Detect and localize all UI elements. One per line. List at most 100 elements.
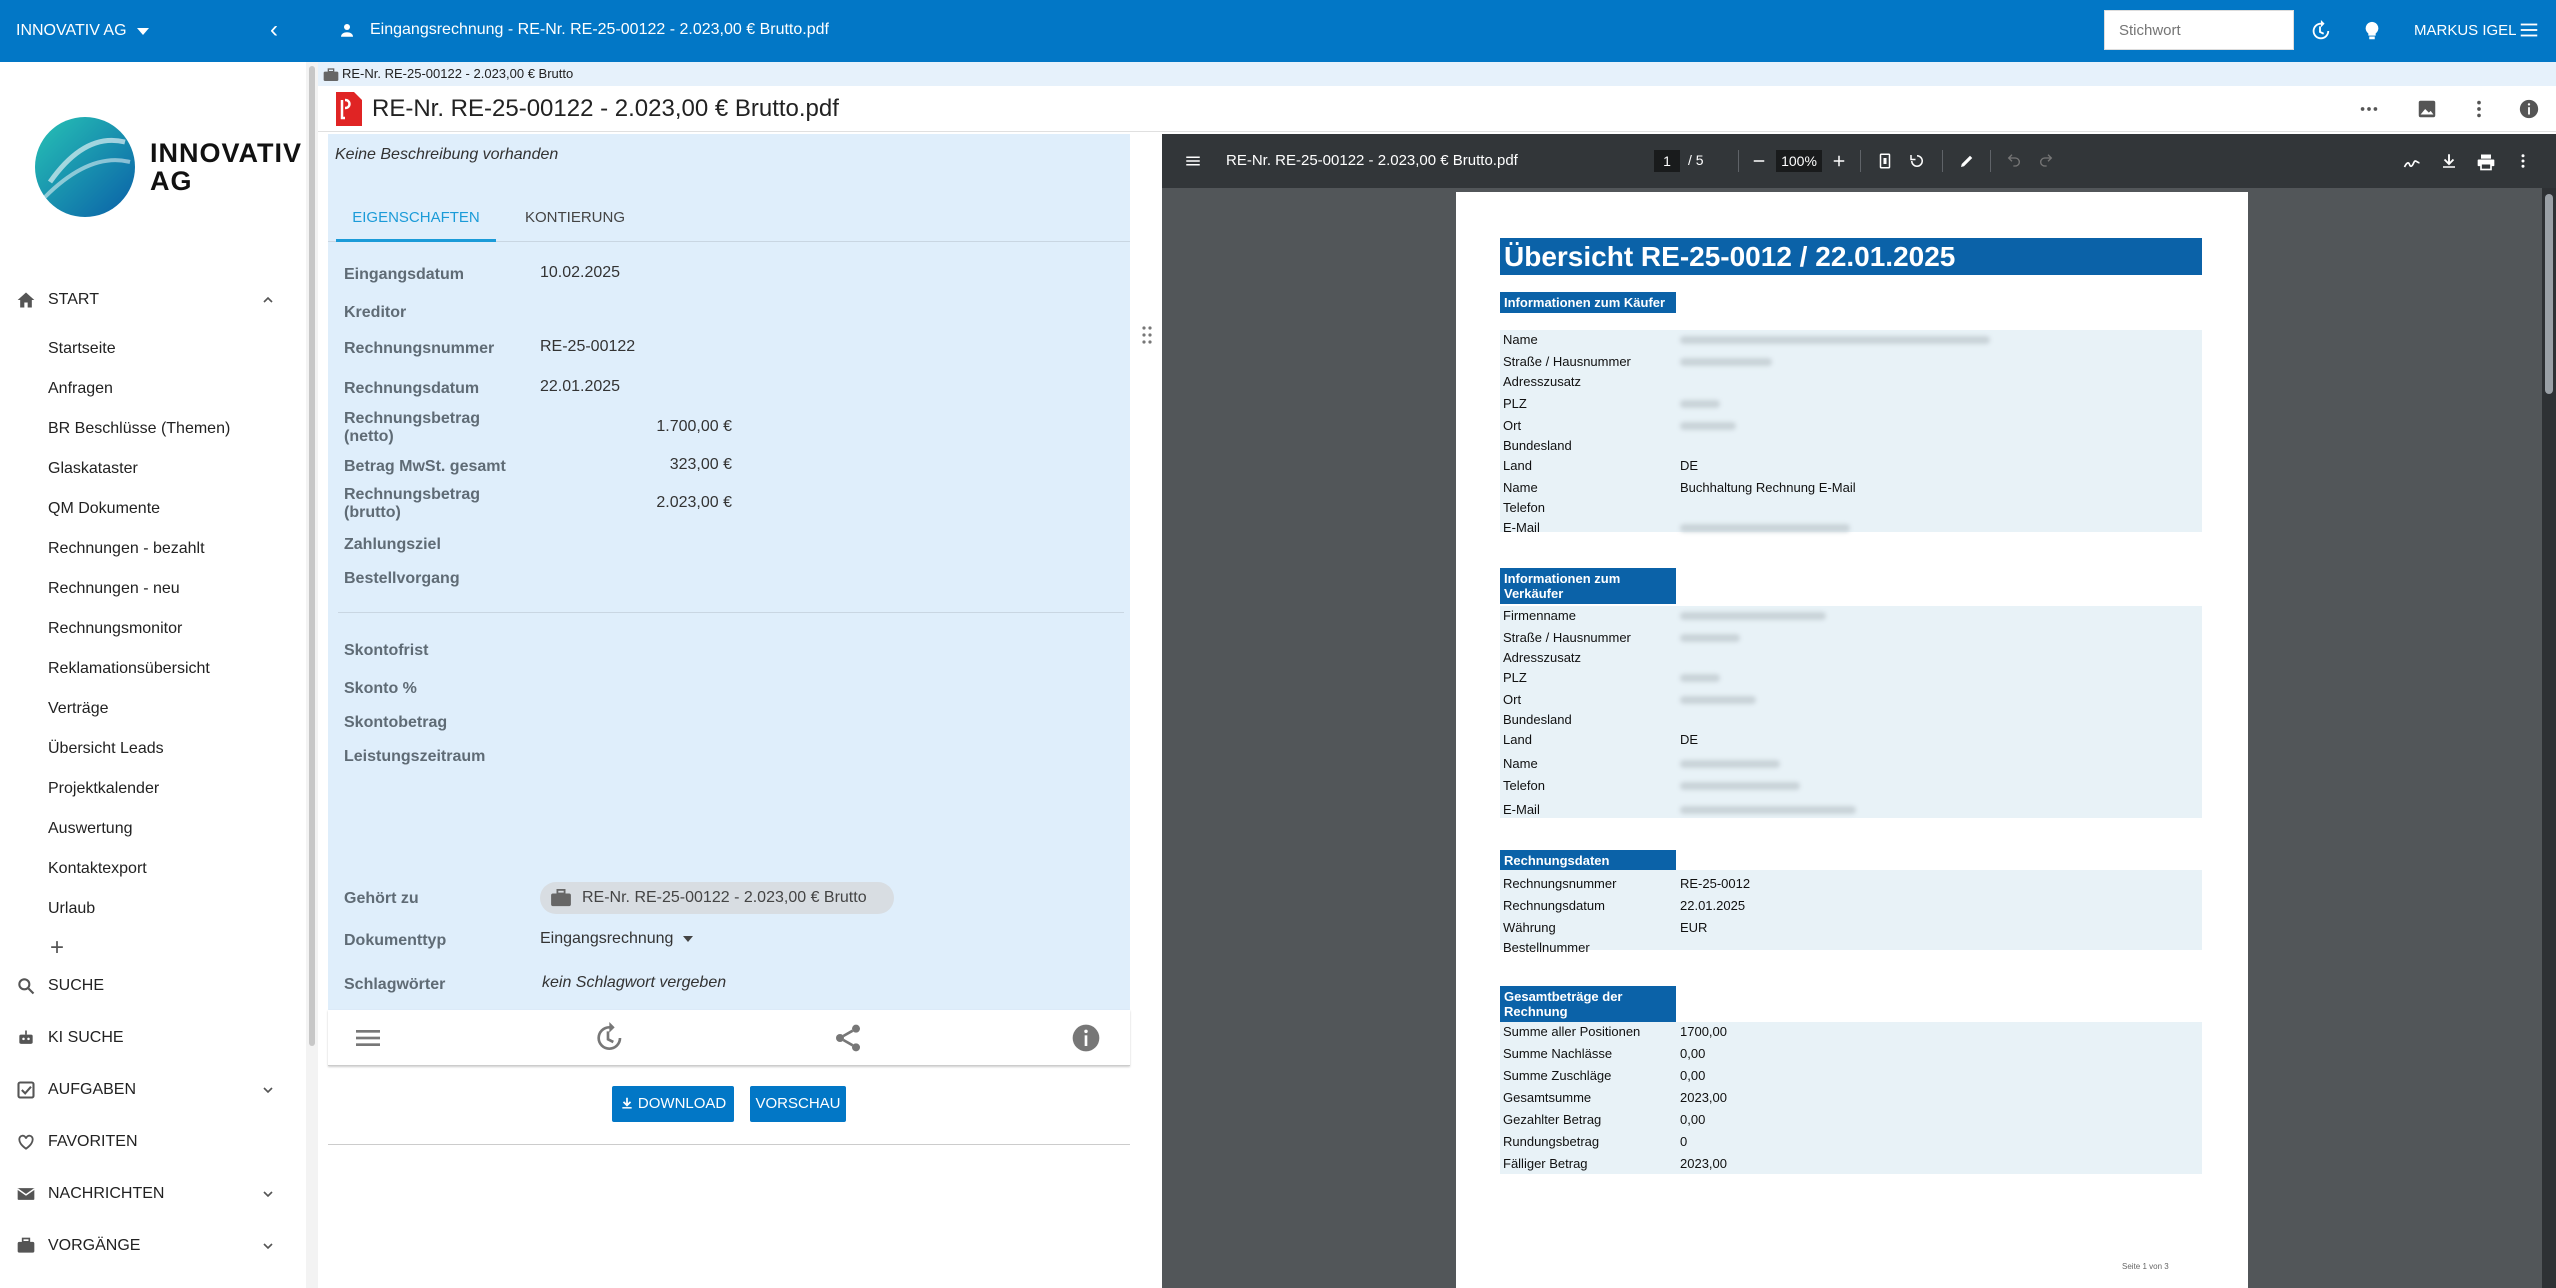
nav-nachrichten[interactable]: NACHRICHTEN — [16, 1184, 276, 1204]
pdf-row-label: Ort — [1503, 418, 1522, 433]
pdf-file-icon — [336, 92, 362, 126]
nav-item-rechnungen-bezahlt[interactable]: Rechnungen - bezahlt — [48, 540, 205, 558]
nav-item-startseite[interactable]: Startseite — [48, 340, 116, 358]
value-rechnungsbetrag-brutto[interactable]: 2.023,00 € — [624, 494, 732, 512]
pdf-row-label: PLZ — [1503, 670, 1527, 685]
nav-aufgaben[interactable]: AUFGABEN — [16, 1080, 276, 1100]
pdf-page: Übersicht RE-25-0012 / 22.01.2025 Inform… — [1456, 192, 2248, 1288]
download-icon[interactable] — [2440, 152, 2458, 170]
info-icon[interactable] — [1070, 1022, 1102, 1054]
image-icon[interactable] — [2416, 98, 2438, 120]
signature-icon[interactable] — [2402, 152, 2422, 172]
list-menu-icon[interactable] — [352, 1022, 384, 1054]
nav-favoriten[interactable]: FAVORITEN — [16, 1132, 276, 1152]
drag-handle-icon[interactable] — [1140, 320, 1154, 350]
pdf-row-label: Gezahlter Betrag — [1503, 1112, 1602, 1127]
nav-start[interactable]: START — [16, 290, 276, 310]
nav-item-kontaktexport[interactable]: Kontaktexport — [48, 860, 147, 878]
pdf-row-label: Firmenname — [1503, 608, 1576, 623]
nav-start-label: START — [48, 291, 99, 308]
value-schlagwoerter[interactable]: kein Schlagwort vergeben — [542, 974, 726, 992]
lightbulb-icon[interactable] — [2358, 17, 2386, 45]
nav-ki-suche-label: KI SUCHE — [48, 1029, 124, 1046]
pdf-row-label: PLZ — [1503, 396, 1527, 411]
zoom-level-input[interactable]: 100% — [1776, 150, 1822, 172]
dokumenttyp-select[interactable]: Eingangsrechnung — [540, 930, 694, 948]
nav-item-reklamationsuebersicht[interactable]: Reklamationsübersicht — [48, 660, 210, 678]
fit-page-icon[interactable] — [1876, 152, 1894, 170]
pdf-scrollbar[interactable] — [2542, 188, 2556, 1288]
description-text: Keine Beschreibung vorhanden — [335, 146, 559, 163]
logo-text-line2: AG — [150, 166, 193, 196]
redacted-value — [1680, 422, 1736, 430]
vorschau-button[interactable]: VORSCHAU — [750, 1086, 846, 1122]
company-switcher[interactable]: INNOVATIV AG — [16, 22, 149, 40]
linked-process-label: RE-Nr. RE-25-00122 - 2.023,00 € Brutto — [582, 889, 867, 906]
more-horizontal-icon[interactable] — [2358, 98, 2380, 120]
pdf-row-label: Rundungsbetrag — [1503, 1134, 1600, 1149]
redacted-value — [1680, 696, 1756, 704]
pdf-row-value: 1700,00 — [1680, 1024, 1727, 1039]
linked-process-chip[interactable]: RE-Nr. RE-25-00122 - 2.023,00 € Brutto — [540, 882, 894, 914]
download-button[interactable]: DOWNLOAD — [612, 1086, 734, 1122]
nav-item-anfragen[interactable]: Anfragen — [48, 380, 113, 398]
nav-item-auswertung[interactable]: Auswertung — [48, 820, 133, 838]
nav-suche-label: SUCHE — [48, 977, 105, 994]
pdf-scrollbar-thumb[interactable] — [2545, 194, 2553, 394]
nav-item-uebersicht-leads[interactable]: Übersicht Leads — [48, 740, 164, 758]
share-icon[interactable] — [832, 1022, 864, 1054]
pdf-row-value: 0,00 — [1680, 1112, 1706, 1127]
nav-item-glaskataster[interactable]: Glaskataster — [48, 460, 138, 478]
print-icon[interactable] — [2476, 152, 2496, 172]
nav-item-rechnungen-neu[interactable]: Rechnungen - neu — [48, 580, 180, 598]
nav-vorgaenge[interactable]: VORGÄNGE — [16, 1236, 276, 1256]
value-rechnungsnummer[interactable]: RE-25-00122 — [540, 338, 635, 356]
user-menu[interactable]: MARKUS IGEL — [2414, 22, 2517, 39]
nav-item-vertraege[interactable]: Verträge — [48, 700, 108, 718]
nav-item-br-beschluesse[interactable]: BR Beschlüsse (Themen) — [48, 420, 230, 438]
value-mwst[interactable]: 323,00 € — [624, 456, 732, 474]
value-rechnungsdatum[interactable]: 22.01.2025 — [540, 378, 620, 396]
nav-item-projektkalender[interactable]: Projektkalender — [48, 780, 159, 798]
rotate-icon[interactable] — [1908, 152, 1926, 170]
sidebar-toggle-icon[interactable] — [1184, 152, 1202, 170]
nav-item-qm-dokumente[interactable]: QM Dokumente — [48, 500, 160, 518]
label-rechnungsdatum: Rechnungsdatum — [344, 380, 480, 397]
value-rechnungsbetrag-netto[interactable]: 1.700,00 € — [624, 418, 732, 436]
logo-mark-icon — [35, 117, 135, 217]
nav-ki-suche[interactable]: KI SUCHE — [16, 1028, 276, 1048]
download-label: DOWNLOAD — [637, 1095, 727, 1112]
history-icon[interactable] — [2306, 17, 2334, 45]
pdf-row-label: Summe Zuschläge — [1503, 1068, 1612, 1083]
nav-suche[interactable]: SUCHE — [16, 976, 276, 996]
redacted-value — [1680, 806, 1856, 814]
undo-icon[interactable] — [2006, 152, 2022, 168]
nav-item-urlaub[interactable]: Urlaub — [48, 900, 95, 918]
checkbox-icon — [17, 1081, 35, 1099]
annotate-icon[interactable] — [1958, 152, 1976, 170]
value-eingangsdatum[interactable]: 10.02.2025 — [540, 264, 620, 282]
label-mwst: Betrag MwSt. gesamt — [344, 458, 506, 475]
page-number-input[interactable]: 1 — [1654, 150, 1680, 172]
search-input[interactable] — [2104, 10, 2294, 50]
tab-kontierung[interactable]: KONTIERUNG — [500, 200, 650, 242]
info-icon[interactable] — [2518, 98, 2540, 120]
pdf-row-label: Rechnungsdatum — [1503, 898, 1605, 913]
zoom-out-icon[interactable] — [1750, 152, 1768, 170]
scrollbar-thumb[interactable] — [309, 66, 315, 1046]
zoom-in-icon[interactable] — [1830, 152, 1848, 170]
sidebar-scrollbar[interactable] — [306, 62, 318, 1288]
nav-item-rechnungsmonitor[interactable]: Rechnungsmonitor — [48, 620, 182, 638]
redo-icon[interactable] — [2038, 152, 2054, 168]
redacted-value — [1680, 674, 1720, 682]
heart-icon — [18, 1134, 34, 1150]
redacted-value — [1680, 358, 1772, 366]
more-vertical-icon[interactable] — [2468, 98, 2490, 120]
add-nav-item-icon[interactable]: + — [50, 936, 64, 960]
hamburger-menu-icon[interactable] — [2518, 19, 2540, 46]
history-icon[interactable] — [592, 1022, 624, 1054]
more-vertical-icon[interactable] — [2514, 152, 2532, 170]
tab-eigenschaften[interactable]: EIGENSCHAFTEN — [336, 200, 496, 242]
section-divider — [338, 612, 1124, 613]
collapse-sidebar-icon[interactable]: ‹ — [270, 18, 278, 42]
